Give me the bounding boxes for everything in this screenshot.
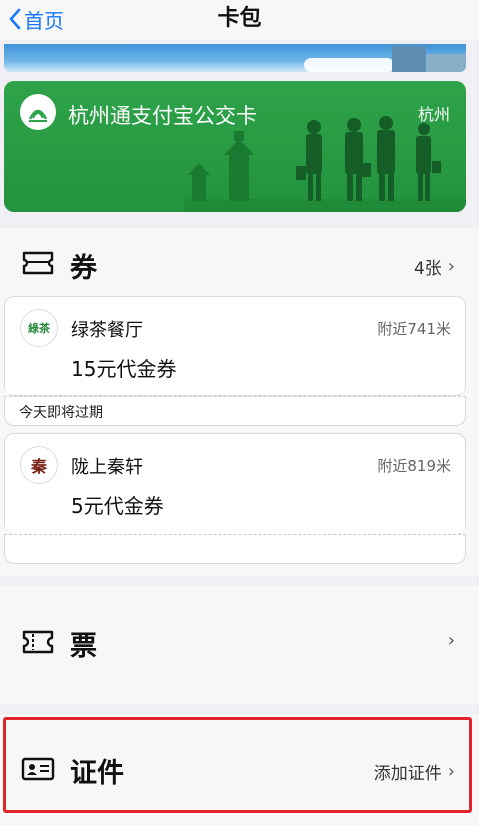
coupons-header[interactable]: 券 4张 ›: [0, 234, 479, 294]
previous-card-edge[interactable]: [4, 44, 466, 72]
page-title: 卡包: [217, 6, 262, 31]
merchant-name: 陇上秦轩: [71, 457, 143, 478]
expiry-notice: 今天即将过期: [4, 396, 466, 426]
add-certificate-label: 添加证件: [373, 764, 442, 784]
coupons-count-label: 4张: [413, 259, 442, 279]
chevron-right-icon: ›: [447, 761, 455, 782]
merchant-name: 绿茶餐厅: [71, 320, 143, 341]
tickets-header[interactable]: 票 ›: [0, 614, 479, 674]
coupon-item[interactable]: 綠茶 绿茶餐厅 附近741米 15元代金券: [4, 296, 466, 396]
certificates-header[interactable]: 证件 添加证件 ›: [0, 739, 479, 799]
merchant-logo: 綠茶: [20, 309, 58, 347]
coupon-amount: 15元代金券: [71, 357, 177, 381]
chevron-right-icon: ›: [447, 256, 455, 277]
merchant-logo-text: 綠茶: [28, 322, 50, 335]
coupons-title: 券: [70, 253, 97, 284]
tickets-open[interactable]: ›: [442, 630, 455, 651]
bus-card[interactable]: 杭州通支付宝公交卡 杭州: [4, 81, 466, 212]
tickets-section[interactable]: 票 ›: [0, 586, 479, 704]
expiry-label: 今天即将过期: [19, 405, 103, 421]
coupon-stub: [4, 534, 466, 564]
add-certificate-button[interactable]: 添加证件 ›: [374, 759, 455, 784]
certificates-section[interactable]: 证件 添加证件 ›: [0, 714, 479, 825]
coupon-amount: 5元代金券: [71, 494, 164, 518]
nav-bar: 首页 卡包: [0, 0, 479, 40]
merchant-logo-text: 秦: [30, 457, 47, 476]
id-card-icon: [21, 757, 55, 781]
coupon-item[interactable]: 秦 陇上秦轩 附近819米 5元代金券: [4, 433, 466, 535]
merchant-logo: 秦: [20, 446, 58, 484]
tickets-title: 票: [70, 631, 97, 662]
merchant-distance: 附近741米: [377, 320, 451, 338]
card-illustration: [184, 116, 466, 212]
certificates-title: 证件: [70, 758, 124, 789]
coupons-count[interactable]: 4张 ›: [414, 254, 455, 279]
merchant-distance: 附近819米: [377, 457, 451, 475]
coupon-icon: [22, 251, 54, 275]
hangzhou-tong-logo-icon: [20, 94, 56, 130]
chevron-right-icon: ›: [447, 630, 455, 651]
ticket-icon: [22, 630, 54, 654]
